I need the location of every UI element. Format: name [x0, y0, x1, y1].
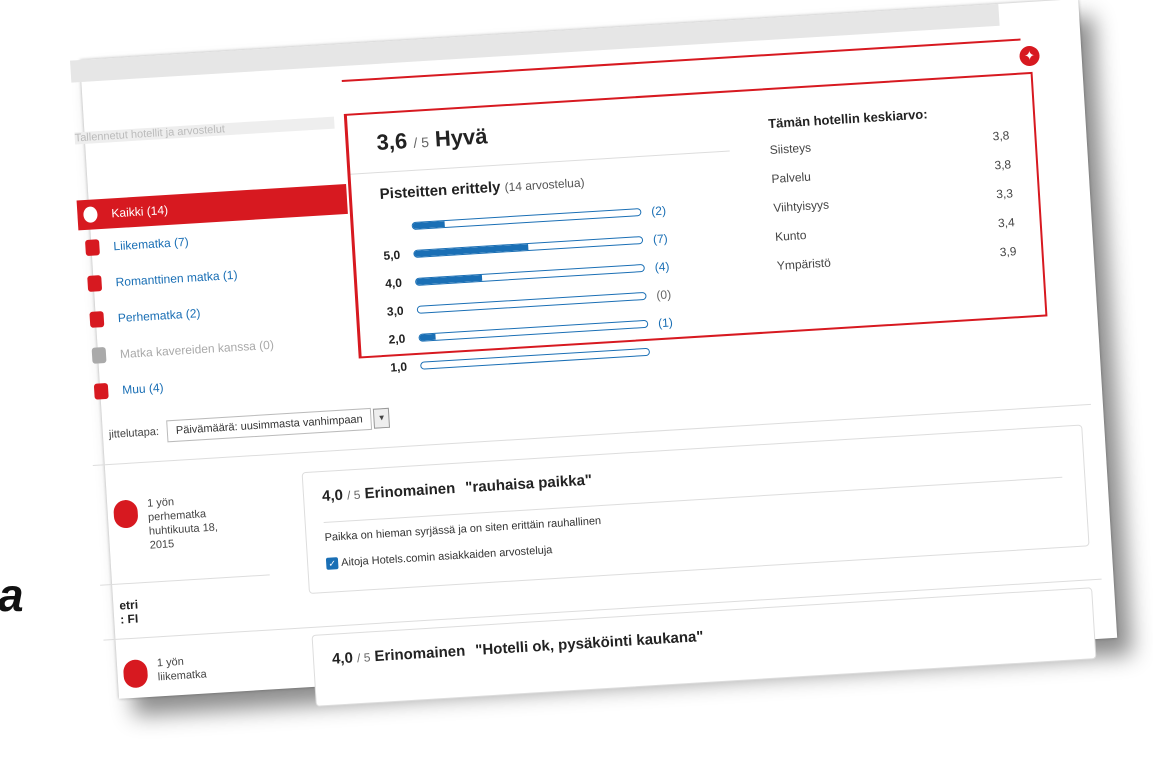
review-word: Erinomainen [374, 642, 466, 666]
rating-summary-panel: 3,6 / 5 Hyvä Pisteitten erittely (14 arv… [343, 71, 1048, 375]
review-card: 4,0 / 5 Erinomainen "rauhaisa paikka" Pa… [301, 424, 1090, 595]
bar-count[interactable]: (2) [651, 204, 666, 219]
bar-label: 5,0 [383, 247, 401, 263]
bar-track [414, 263, 645, 286]
review-headline: "rauhaisa paikka" [464, 471, 593, 497]
reviewer-name: etri : FI [119, 590, 260, 626]
screenshot-stage: a ✦ Tallennetut hotellit ja arvostelut K… [0, 0, 1153, 760]
overall-score: 3,6 / 5 Hyvä [376, 123, 488, 156]
review-headline: "Hotelli ok, pysäköinti kaukana" [474, 628, 704, 659]
verified-icon: ✓ [325, 557, 339, 570]
family-icon [112, 499, 139, 529]
score-word: Hyvä [434, 123, 489, 152]
review-scale: / 5 [356, 650, 371, 666]
bar-track [418, 319, 649, 342]
side-letter: a [0, 569, 24, 621]
score-scale: / 5 [412, 133, 430, 151]
review-title: 4,0 / 5 Erinomainen "rauhaisa paikka" [322, 472, 593, 505]
chevron-down-icon[interactable]: ▼ [373, 407, 391, 429]
briefcase-icon [84, 239, 100, 257]
bar-label: 1,0 [389, 359, 408, 375]
filter-label: Matka kavereiden kanssa (0) [119, 337, 275, 362]
reviewer-info: 1 yön liikematka [122, 650, 265, 689]
filter-label: Muu (4) [121, 380, 164, 398]
average-label: Ympäristö [776, 255, 832, 273]
briefcase-icon [122, 659, 149, 689]
trip-type-filters: Kaikki (14) Liikematka (7) Romanttinen m… [76, 183, 359, 410]
averages-list: Siisteys 3,8 Palvelu 3,8 Viihtyisyys 3,3 Kunto… [769, 128, 1017, 287]
bar-label: 4,0 [384, 275, 403, 291]
bar-label [382, 226, 412, 228]
top-bar [70, 3, 1000, 83]
breakdown-count: (14 arvostelua) [504, 175, 585, 195]
sort-select[interactable]: Päivämäärä: uusimmasta vanhimpaan [166, 407, 373, 443]
hotel-averages: Tämän hotellin keskiarvo: Siisteys 3,8 Pal… [768, 101, 1018, 287]
bar-fill [415, 274, 483, 285]
bar-count[interactable]: (1) [658, 315, 673, 330]
all-trips-icon [82, 206, 98, 224]
bar-fill [412, 221, 445, 229]
bar-count[interactable]: (0) [656, 287, 671, 302]
bar-count[interactable]: (7) [653, 231, 668, 246]
bar-track [420, 347, 651, 370]
filter-label: Romanttinen matka (1) [115, 267, 238, 290]
sort-control: jittelutapa: Päivämäärä: uusimmasta vanh… [108, 407, 391, 446]
breakdown-title: Pisteitten erittely (14 arvostelua) [379, 173, 585, 202]
heart-icon [87, 275, 103, 292]
average-value: 3,4 [997, 215, 1016, 231]
filter-label: Perhematka (2) [117, 306, 201, 326]
person-icon [93, 382, 109, 400]
globe-icon[interactable]: ✦ [1018, 45, 1041, 67]
review-score: 4,0 [331, 649, 354, 668]
bar-fill [414, 243, 529, 257]
filter-label: Kaikki (14) [110, 202, 169, 221]
sort-label: jittelutapa: [108, 425, 160, 441]
breakdown-heading: Pisteitten erittely [379, 178, 501, 203]
average-label: Viihtyisyys [772, 197, 830, 215]
score-bars: (2) 5,0 (7) 4,0 (4) 3,0 (0) 2,0 (1) 1,0 [381, 194, 721, 382]
review-scale: / 5 [346, 487, 361, 503]
average-value: 3,3 [995, 186, 1014, 202]
family-icon [89, 311, 105, 328]
review-meta: 1 yön liikematka [157, 650, 265, 684]
averages-title: Tämän hotellin keskiarvo: [767, 106, 928, 132]
breadcrumb: Tallennetut hotellit ja arvostelut [74, 116, 335, 145]
score-value: 3,6 [375, 128, 408, 156]
reviewer-info: 1 yön perhematka huhtikuuta 18, 2015 etr… [112, 490, 261, 627]
friends-icon [91, 346, 107, 364]
average-value: 3,8 [994, 157, 1012, 173]
review-card: 4,0 / 5 Erinomainen "Hotelli ok, pysäköi… [311, 587, 1097, 707]
average-value: 3,9 [999, 244, 1017, 260]
bar-label: 3,0 [386, 303, 405, 319]
review-page: ✦ Tallennetut hotellit ja arvostelut Kai… [70, 0, 1118, 707]
bar-track [411, 208, 642, 231]
review-meta: 1 yön perhematka huhtikuuta 18, 2015 [147, 490, 256, 552]
bar-label: 2,0 [388, 331, 406, 347]
review-word: Erinomainen [364, 479, 456, 503]
average-label: Siisteys [769, 140, 812, 158]
average-label: Kunto [774, 227, 807, 244]
bar-fill [419, 333, 436, 341]
average-value: 3,8 [992, 128, 1010, 144]
bar-track [416, 291, 647, 314]
review-score: 4,0 [321, 486, 344, 506]
bar-track [413, 235, 644, 258]
source-text: Aitoja Hotels.comin asiakkaiden arvostel… [340, 544, 553, 569]
filter-label: Liikematka (7) [113, 234, 190, 254]
review-title: 4,0 / 5 Erinomainen "Hotelli ok, pysäköi… [332, 628, 704, 668]
review-source: ✓ Aitoja Hotels.comin asiakkaiden arvost… [325, 544, 553, 570]
bar-count[interactable]: (4) [654, 259, 669, 274]
average-label: Palvelu [771, 169, 812, 186]
